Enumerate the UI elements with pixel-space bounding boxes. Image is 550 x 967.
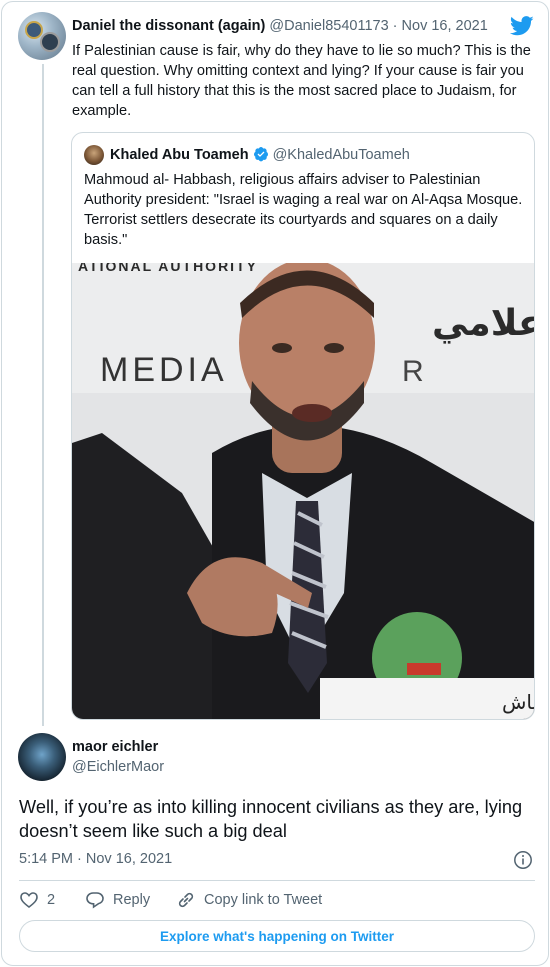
author-name[interactable]: Daniel the dissonant (again): [72, 18, 265, 34]
avatar[interactable]: [84, 145, 104, 165]
avatar[interactable]: [18, 733, 66, 781]
tweet-text: Well, if you’re as into killing innocent…: [19, 797, 523, 841]
tweet-date[interactable]: Nov 16, 2021: [402, 18, 488, 34]
banner-top-text: ATIONAL AUTHORITY: [78, 263, 258, 274]
banner-r-text: R: [402, 355, 424, 388]
twitter-bird-icon[interactable]: [510, 16, 534, 36]
tweet-text: If Palestinian cause is fair, why do the…: [72, 43, 531, 119]
photo-illustration: ATIONAL AUTHORITY المركز الإعلامي MEDIA …: [72, 263, 535, 719]
parent-tweet-header: Daniel the dissonant (again) @Daniel8540…: [72, 18, 540, 38]
banner-media-text: MEDIA: [100, 351, 228, 389]
quoted-tweet-header: Khaled Abu Toameh @KhaledAbuToameh: [110, 146, 410, 163]
thread-connector: [42, 64, 44, 726]
link-icon: [178, 892, 194, 908]
nameplate-text: د. محمود الهباش: [502, 690, 535, 714]
tweet-embed-card: Daniel the dissonant (again) @Daniel8540…: [1, 1, 549, 966]
reply-label: Reply: [113, 892, 151, 908]
copy-link-button[interactable]: Copy link to Tweet: [176, 888, 322, 912]
heart-icon: [20, 892, 38, 909]
avatar[interactable]: [18, 12, 66, 60]
separator: ·: [388, 18, 402, 34]
divider: [19, 880, 535, 881]
tweet-timestamp[interactable]: 5:14 PM · Nov 16, 2021: [19, 851, 172, 867]
author-name[interactable]: Khaled Abu Toameh: [110, 147, 249, 163]
author-handle[interactable]: @Daniel85401173: [269, 18, 388, 34]
quoted-tweet[interactable]: Khaled Abu Toameh @KhaledAbuToameh Mahmou…: [71, 132, 535, 720]
quoted-tweet-text: Mahmoud al- Habbash, religious affairs a…: [84, 172, 523, 248]
reply-button[interactable]: Reply: [85, 888, 150, 912]
like-button[interactable]: 2: [19, 888, 55, 912]
author-handle[interactable]: @EichlerMaor: [72, 759, 164, 775]
verified-badge-icon: [253, 147, 268, 162]
reply-icon: [86, 892, 104, 909]
like-count: 2: [47, 892, 56, 908]
tweet-photo[interactable]: ATIONAL AUTHORITY المركز الإعلامي MEDIA …: [72, 263, 535, 719]
info-icon[interactable]: [513, 850, 533, 870]
author-name[interactable]: maor eichler: [72, 739, 158, 755]
banner-arabic-text: المركز الإعلامي: [432, 303, 535, 344]
explore-twitter-button[interactable]: Explore what's happening on Twitter: [19, 920, 535, 952]
copy-link-label: Copy link to Tweet: [204, 892, 323, 908]
author-handle[interactable]: @KhaledAbuToameh: [273, 147, 410, 163]
